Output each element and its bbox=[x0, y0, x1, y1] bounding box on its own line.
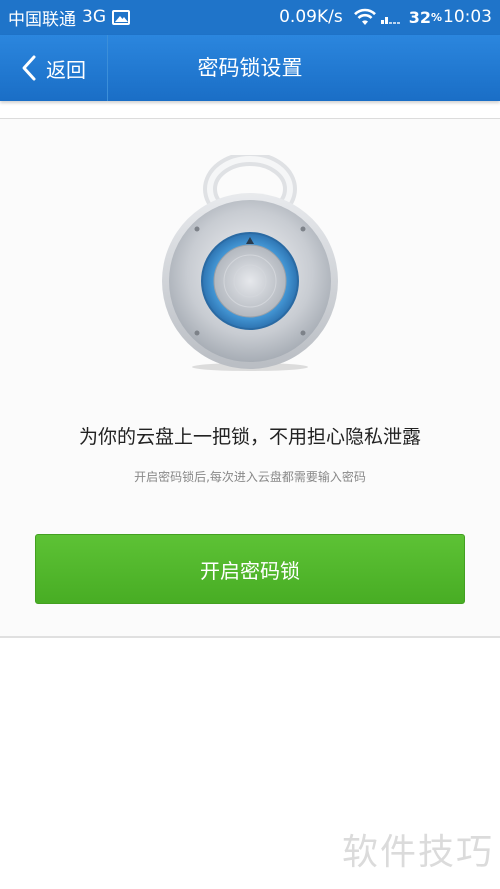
padlock-icon bbox=[162, 155, 338, 371]
status-bar: 中国联通 3G 0.09K/s 32 % 10:03 bbox=[0, 0, 500, 35]
network-speed: 0.09K/s bbox=[279, 7, 343, 27]
signal-icon bbox=[380, 10, 401, 24]
battery-level: 32 bbox=[408, 7, 431, 27]
battery-unit: % bbox=[430, 10, 442, 24]
status-left: 中国联通 3G bbox=[8, 5, 130, 30]
chevron-left-icon bbox=[22, 55, 36, 81]
network-type: 3G bbox=[82, 7, 106, 27]
enable-password-lock-button[interactable]: 开启密码锁 bbox=[35, 534, 465, 604]
back-button[interactable]: 返回 bbox=[0, 35, 108, 101]
description-text: 开启密码锁后,每次进入云盘都需要输入密码 bbox=[134, 470, 366, 484]
wifi-icon bbox=[353, 8, 376, 25]
back-label: 返回 bbox=[46, 57, 86, 82]
content-card: 为你的云盘上一把锁，不用担心隐私泄露 开启密码锁后,每次进入云盘都需要输入密码 … bbox=[0, 118, 500, 638]
watermark-text: 软件技巧 bbox=[341, 832, 494, 873]
clock: 10:03 bbox=[443, 7, 492, 27]
headline: 为你的云盘上一把锁，不用担心隐私泄露 bbox=[78, 426, 421, 448]
nav-bar: 返回 密码锁设置 bbox=[0, 35, 500, 101]
status-right: 0.09K/s 32 % 10:03 bbox=[279, 5, 492, 29]
image-icon bbox=[112, 9, 130, 25]
carrier-label: 中国联通 bbox=[8, 9, 76, 30]
